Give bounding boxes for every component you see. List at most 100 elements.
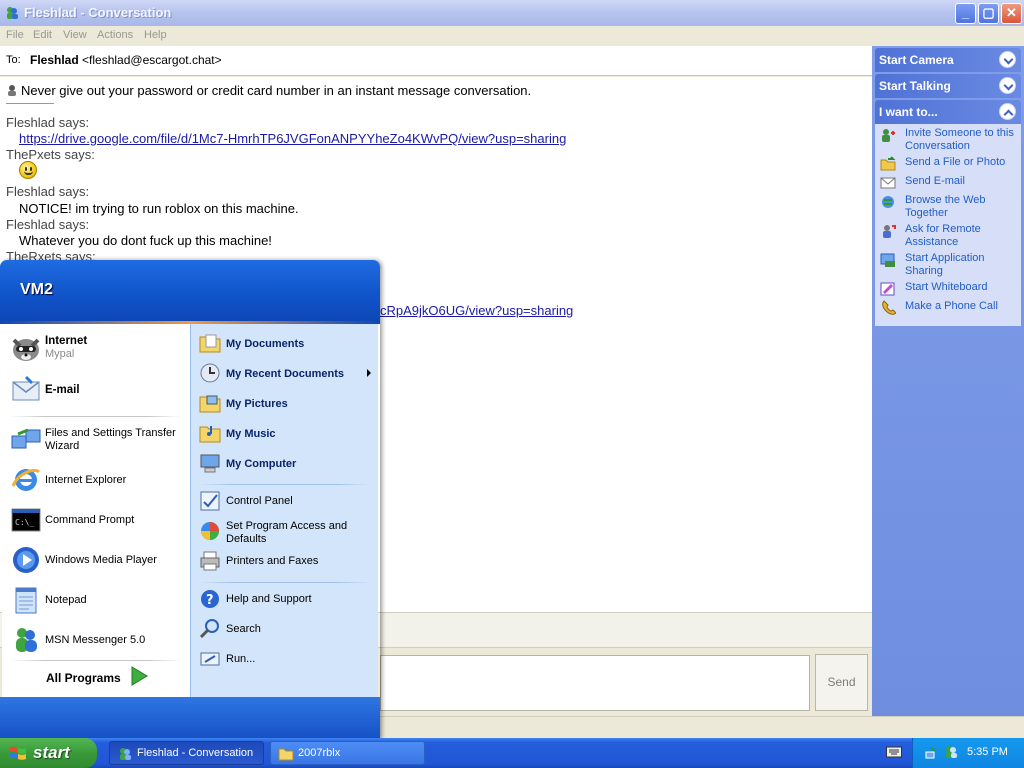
network-icon[interactable] <box>925 744 941 760</box>
pane-item-label: Make a Phone Call <box>905 300 998 312</box>
all-programs-button[interactable]: All Programs <box>46 671 121 685</box>
start-label: start <box>33 743 70 762</box>
place-label: My Documents <box>226 338 305 350</box>
to-email: <fleshlad@escargot.chat> <box>82 53 222 67</box>
start-talking-header[interactable]: Start Talking <box>875 74 1021 98</box>
start-camera-label: Start Camera <box>879 53 954 67</box>
title-bar[interactable]: Fleshlad - Conversation _ ▢ ✕ <box>0 0 1024 26</box>
start-camera-header[interactable]: Start Camera <box>875 48 1021 72</box>
menu-help[interactable]: Help <box>144 29 167 41</box>
msn-messenger-icon <box>16 628 37 652</box>
email-icon <box>880 177 896 189</box>
close-button[interactable]: ✕ <box>1001 3 1022 24</box>
security-warning: Never give out your password or credit c… <box>6 83 531 98</box>
messenger-tray-icon[interactable] <box>943 744 959 760</box>
command-prompt-icon: C:\_ <box>11 508 41 532</box>
user-name: VM2 <box>20 281 53 298</box>
support-label: Search <box>226 623 261 635</box>
chevron-down-icon[interactable] <box>999 77 1016 94</box>
notepad-icon <box>15 587 37 614</box>
to-recipient[interactable]: Fleshlad <fleshlad@escargot.chat> <box>30 53 222 67</box>
app-sharing-icon <box>880 253 895 267</box>
recent-program-label: Windows Media Player <box>45 554 157 566</box>
menu-file[interactable]: File <box>6 29 24 41</box>
run-icon <box>200 652 220 666</box>
recent-program-label: Notepad <box>45 594 87 606</box>
pinned-internet-title: Internet <box>45 335 88 347</box>
to-name: Fleshlad <box>30 53 79 67</box>
menu-edit[interactable]: Edit <box>33 29 52 41</box>
control-panel-icon <box>200 491 220 511</box>
recent-documents-icon <box>200 363 220 383</box>
whiteboard-icon <box>880 282 895 296</box>
pane-item-label: Browse the Web Together <box>905 194 986 219</box>
help-icon: ? <box>201 590 219 608</box>
internet-explorer-icon <box>11 469 41 491</box>
start-button[interactable]: start <box>0 738 97 768</box>
pinned-email-title: E-mail <box>45 384 80 396</box>
media-player-icon <box>13 547 39 573</box>
place-label: My Pictures <box>226 398 288 410</box>
messenger-icon <box>120 748 131 760</box>
menu-view[interactable]: View <box>63 29 87 41</box>
system-label: Printers and Faxes <box>226 555 319 567</box>
message-sender: Fleshlad says: <box>6 115 90 130</box>
message-link[interactable]: https://drive.google.com/file/d/1Mc7-Hmr… <box>19 131 566 146</box>
browse-icon <box>882 196 894 208</box>
pane-item-label: Invite Someone to this Conversation <box>905 127 1014 152</box>
phone-icon <box>882 300 896 315</box>
start-menu-footer <box>0 697 380 740</box>
email-icon <box>12 375 40 401</box>
window-title: Fleshlad - Conversation <box>24 5 172 20</box>
program-access-icon <box>201 522 219 540</box>
taskbar-item-folder[interactable]: 2007rblx <box>270 741 425 765</box>
separator <box>10 660 182 661</box>
chevron-down-icon[interactable] <box>999 51 1016 68</box>
message-sender: Fleshlad says: <box>6 217 90 232</box>
folder-music-icon <box>199 426 221 443</box>
message-link[interactable]: cRpA9jkO6UG/view?usp=sharing <box>380 303 573 318</box>
minimize-button[interactable]: _ <box>955 3 976 24</box>
taskbar-item-label: Fleshlad - Conversation <box>137 747 254 759</box>
maximize-button[interactable]: ▢ <box>978 3 999 24</box>
computer-icon <box>200 454 220 473</box>
pane-item-label: Start Application Sharing <box>905 252 985 277</box>
menu-bar: File Edit View Actions Help <box>0 26 872 46</box>
invite-icon <box>882 129 895 142</box>
chevron-up-icon[interactable] <box>999 103 1016 120</box>
i-want-to-label: I want to... <box>879 105 938 119</box>
divider <box>6 103 54 104</box>
keyboard-icon[interactable] <box>886 746 902 758</box>
recent-program-label: MSN Messenger 5.0 <box>45 634 146 646</box>
message-input[interactable] <box>380 655 810 711</box>
message-text: Whatever you do dont fuck up this machin… <box>19 233 272 248</box>
start-menu: VM2 Internet Mypal E-mail Files and Setti… <box>0 260 380 740</box>
all-programs-arrow-icon <box>131 666 148 686</box>
menu-actions[interactable]: Actions <box>97 29 133 41</box>
support-label: Help and Support <box>226 593 312 605</box>
printer-icon <box>200 551 220 571</box>
i-want-to-list: Invite Someone to this Conversation Send… <box>875 124 1021 326</box>
i-want-to-header[interactable]: I want to... <box>875 100 1021 124</box>
raccoon-browser-icon <box>12 338 40 361</box>
send-file-icon <box>880 156 896 171</box>
send-button[interactable]: Send <box>815 654 868 711</box>
folder-documents-icon <box>199 334 221 353</box>
place-label: My Computer <box>226 458 297 470</box>
remote-assistance-icon <box>883 225 896 238</box>
support-label: Run... <box>226 653 256 665</box>
separator <box>10 416 182 417</box>
clock[interactable]: 5:35 PM <box>967 746 1008 758</box>
separator <box>199 484 371 485</box>
taskbar-item-conversation[interactable]: Fleshlad - Conversation <box>109 741 264 765</box>
messenger-icon <box>7 7 18 19</box>
system-tray: 5:35 PM <box>912 738 1024 768</box>
folder-pictures-icon <box>199 395 221 413</box>
place-label: My Music <box>226 428 276 440</box>
message-text: NOTICE! im trying to run roblox on this … <box>19 201 299 216</box>
submenu-arrow-icon <box>367 369 371 377</box>
pane-item-label: Send E-mail <box>905 175 965 187</box>
to-label: To: <box>6 54 21 66</box>
svg-text:?: ? <box>206 593 214 608</box>
message-sender: ThePxets says: <box>6 147 95 162</box>
